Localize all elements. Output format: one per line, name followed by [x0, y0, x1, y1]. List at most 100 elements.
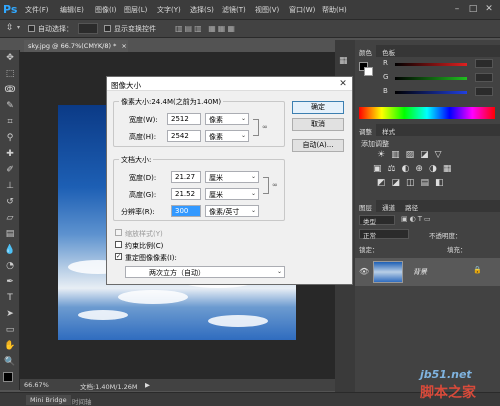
- shape-tool-icon[interactable]: ▭: [0, 322, 20, 338]
- menu-select[interactable]: 选择(S): [190, 5, 214, 15]
- show-transform-checkbox[interactable]: [104, 25, 111, 32]
- marquee-tool-icon[interactable]: ⬚: [0, 66, 20, 82]
- auto-button[interactable]: 自动(A)...: [292, 139, 344, 152]
- resolution-unit-select[interactable]: 像素/英寸 ⌄: [205, 205, 259, 217]
- tab-adjustments[interactable]: 调整: [355, 124, 376, 138]
- layer-kind-filter[interactable]: 类型: [359, 215, 395, 226]
- blend-mode-dropdown[interactable]: 正常: [359, 229, 409, 240]
- tab-timeline[interactable]: 时间轴: [72, 396, 92, 406]
- tool-preset-chevron-icon[interactable]: ▾: [17, 24, 20, 31]
- eraser-tool-icon[interactable]: ▱: [0, 210, 20, 226]
- resolution-input[interactable]: 300: [171, 205, 201, 217]
- cloud-shape: [208, 315, 268, 327]
- tab-channels[interactable]: 通道: [378, 200, 399, 214]
- auto-select-checkbox[interactable]: [28, 25, 35, 32]
- resample-method-select[interactable]: 两次立方（自动） ⌄: [125, 266, 285, 278]
- history-brush-icon[interactable]: ↺: [0, 194, 20, 210]
- tab-color[interactable]: 颜色: [355, 45, 376, 59]
- move-tool-icon[interactable]: ⇳: [6, 23, 14, 33]
- doc-height-unit-select[interactable]: 厘米 ⌄: [205, 188, 259, 200]
- doc-width-unit-select[interactable]: 厘米 ⌄: [205, 171, 259, 183]
- layer-name[interactable]: 背景: [413, 267, 427, 277]
- background-swatch[interactable]: [364, 67, 373, 76]
- slider-track-b[interactable]: [395, 91, 467, 94]
- dialog-close-icon[interactable]: ✕: [337, 78, 349, 90]
- slider-value-g[interactable]: [475, 73, 493, 82]
- adjustment-icons-row-2[interactable]: ▣⚖◐⊕◑▦: [373, 164, 457, 174]
- tab-swatches[interactable]: 色板: [378, 45, 399, 59]
- menu-layer[interactable]: 图层(L): [124, 5, 147, 15]
- ok-button[interactable]: 确定: [292, 101, 344, 114]
- tab-layers[interactable]: 图层: [355, 200, 376, 214]
- layer-row-background[interactable]: 👁 背景 🔒: [355, 258, 500, 286]
- adjustment-icons-row-1[interactable]: ☀▥▨◪▽: [377, 150, 448, 160]
- eyedropper-tool-icon[interactable]: ⚲: [0, 130, 20, 146]
- menu-type[interactable]: 文字(Y): [157, 5, 181, 15]
- menu-help[interactable]: 帮助(H): [322, 5, 347, 15]
- height-unit-value: 像素: [209, 133, 223, 141]
- auto-select-label: 自动选择：: [38, 25, 73, 33]
- text-tool-icon[interactable]: T: [0, 290, 20, 306]
- color-slider-r[interactable]: R: [383, 59, 495, 69]
- zoom-tool-icon[interactable]: 🔍: [0, 354, 20, 370]
- slider-value-b[interactable]: [475, 87, 493, 96]
- brush-tool-icon[interactable]: ✐: [0, 162, 20, 178]
- blur-tool-icon[interactable]: 💧: [0, 242, 20, 258]
- color-slider-b[interactable]: B: [383, 87, 495, 97]
- color-slider-g[interactable]: G: [383, 73, 495, 83]
- adjustments-panel-tabs: 调整 样式: [355, 124, 500, 138]
- pen-tool-icon[interactable]: ✒: [0, 274, 20, 290]
- menu-view[interactable]: 视图(V): [255, 5, 279, 15]
- dodge-tool-icon[interactable]: ◔: [0, 258, 20, 274]
- quick-select-tool-icon[interactable]: ✎: [0, 98, 20, 114]
- layer-filter-icons[interactable]: ▣◐T▭: [401, 215, 433, 223]
- history-panel-icon[interactable]: ▦: [339, 56, 348, 66]
- move-tool-icon[interactable]: ✥: [0, 50, 20, 66]
- slider-track-g[interactable]: [395, 77, 467, 80]
- healing-tool-icon[interactable]: ✚: [0, 146, 20, 162]
- maximize-button[interactable]: □: [466, 3, 480, 15]
- align-icons[interactable]: ▥▤▥ ▦▦▦: [175, 24, 237, 33]
- lasso-tool-icon[interactable]: ↂ: [0, 82, 20, 98]
- scale-styles-checkbox[interactable]: [115, 229, 122, 236]
- document-tab-close-icon[interactable]: ×: [121, 42, 126, 50]
- path-select-tool-icon[interactable]: ➤: [0, 306, 20, 322]
- status-bar: 66.67% 文档:1.40M/1.26M ▶: [20, 379, 335, 391]
- slider-value-r[interactable]: [475, 59, 493, 68]
- height-input[interactable]: 2542: [167, 130, 201, 142]
- menu-file[interactable]: 文件(F): [25, 5, 49, 15]
- photoshop-logo: Ps: [3, 3, 18, 16]
- constrain-proportions-checkbox[interactable]: [115, 241, 122, 248]
- doc-width-input[interactable]: 21.27: [171, 171, 201, 183]
- foreground-color-swatch[interactable]: [3, 372, 13, 382]
- width-input[interactable]: 2512: [167, 113, 201, 125]
- auto-select-dropdown[interactable]: [78, 23, 98, 34]
- cancel-button[interactable]: 取消: [292, 118, 344, 131]
- document-tab[interactable]: sky.jpg @ 66.7%(CMYK/8) * ×: [24, 40, 128, 52]
- status-arrow-icon[interactable]: ▶: [145, 381, 150, 389]
- gradient-tool-icon[interactable]: ▤: [0, 226, 20, 242]
- width-unit-select[interactable]: 像素 ⌄: [205, 113, 249, 125]
- constrain-proportions-label: 约束比例(C): [125, 242, 164, 250]
- menu-window[interactable]: 窗口(W): [289, 5, 315, 15]
- minimize-button[interactable]: –: [450, 3, 464, 15]
- adjustment-icons-row-3[interactable]: ◩◪◫▤◧: [377, 178, 450, 188]
- visibility-eye-icon[interactable]: 👁: [359, 267, 369, 276]
- resample-checkbox[interactable]: ✓: [115, 253, 122, 260]
- slider-track-r[interactable]: [395, 63, 467, 66]
- zoom-level[interactable]: 66.67%: [24, 381, 49, 389]
- tab-paths[interactable]: 路径: [401, 200, 422, 214]
- hand-tool-icon[interactable]: ✋: [0, 338, 20, 354]
- color-spectrum-bar[interactable]: [359, 107, 495, 119]
- menu-filter[interactable]: 滤镜(T): [222, 5, 246, 15]
- doc-height-input[interactable]: 21.52: [171, 188, 201, 200]
- crop-tool-icon[interactable]: ⌗: [0, 114, 20, 130]
- menu-image[interactable]: 图像(I): [95, 5, 117, 15]
- tab-mini-bridge[interactable]: Mini Bridge: [26, 395, 71, 405]
- tab-styles[interactable]: 样式: [378, 124, 399, 138]
- height-unit-select[interactable]: 像素 ⌄: [205, 130, 249, 142]
- stamp-tool-icon[interactable]: ⊥: [0, 178, 20, 194]
- close-window-button[interactable]: ✕: [482, 3, 496, 15]
- dialog-title-bar[interactable]: 图像大小: [107, 77, 352, 91]
- menu-edit[interactable]: 编辑(E): [60, 5, 84, 15]
